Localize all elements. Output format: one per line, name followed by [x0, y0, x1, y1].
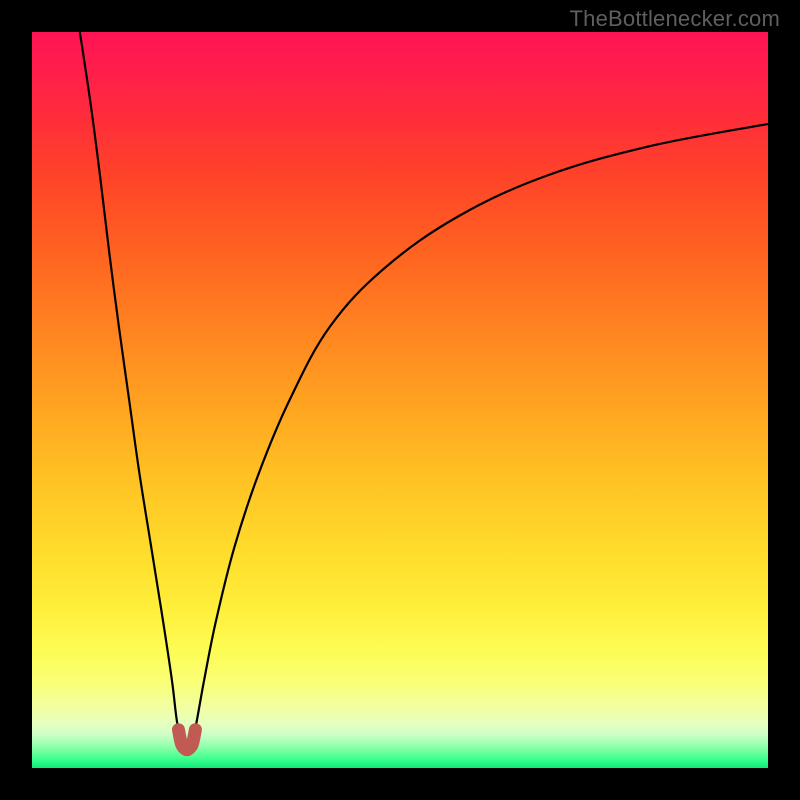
chart-frame: TheBottlenecker.com [0, 0, 800, 800]
highlight-u-marker [178, 730, 195, 750]
bottleneck-curve [80, 32, 768, 750]
curve-layer [32, 32, 768, 768]
watermark-text: TheBottlenecker.com [570, 6, 780, 32]
plot-area [32, 32, 768, 768]
